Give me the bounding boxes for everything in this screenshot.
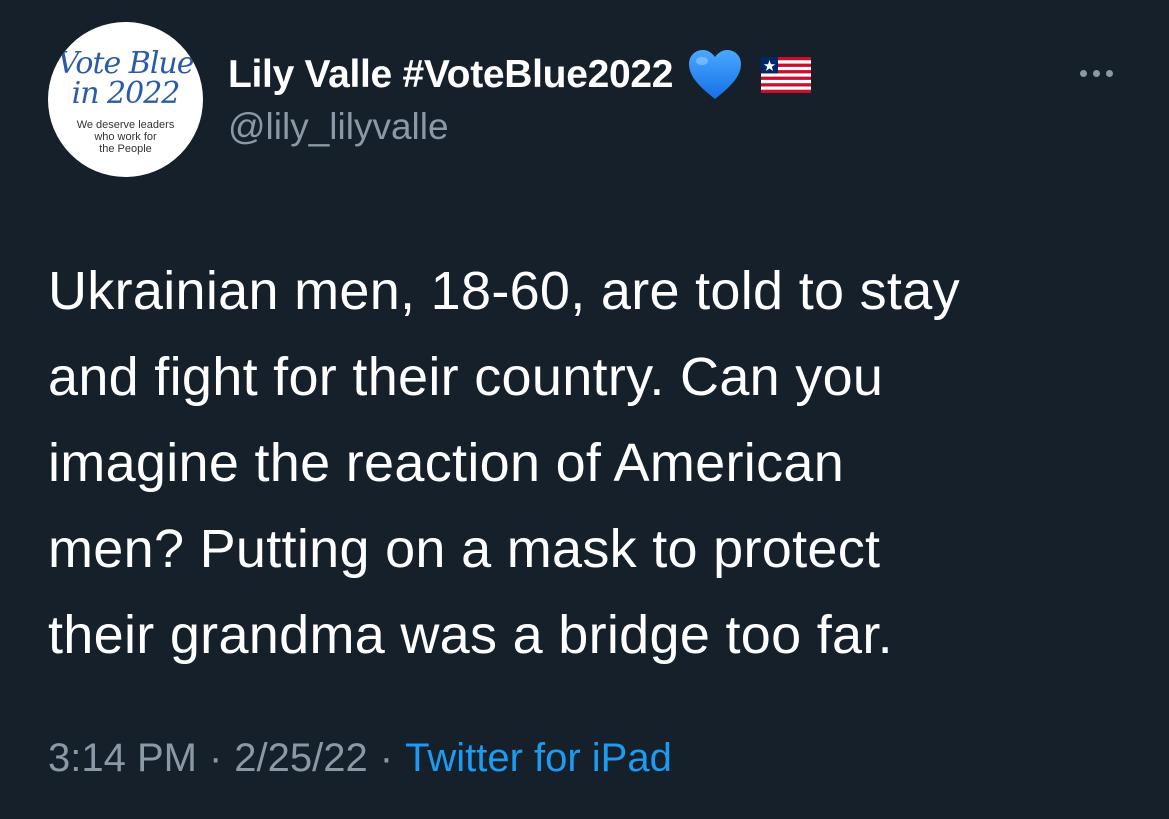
avatar[interactable]: Vote Blue in 2022 We deserve leaders who… (48, 22, 203, 177)
tweet-source-link[interactable]: Twitter for iPad (405, 736, 672, 781)
tweet-text-line: Ukrainian men, 18-60, are told to stay (48, 261, 960, 321)
meta-separator: · (208, 736, 223, 780)
tweet-container: Vote Blue in 2022 We deserve leaders who… (0, 0, 1169, 819)
tweet-text-line: their grandma was a bridge too far. (48, 605, 893, 665)
blue-heart-icon (689, 50, 742, 99)
more-dot-icon (1105, 69, 1113, 77)
meta-separator: · (379, 736, 394, 780)
tweet-text-line: men? Putting on a mask to protect (48, 519, 881, 579)
tweet-text: Ukrainian men, 18-60, are told to stay a… (48, 248, 1138, 678)
tweet-text-line: and fight for their country. Can you (48, 347, 884, 407)
liberia-flag-icon (761, 57, 812, 93)
more-dot-icon (1092, 69, 1100, 77)
tweet-date[interactable]: 2/25/22 (234, 736, 367, 781)
author-name-row: Lily Valle #VoteBlue2022 (228, 48, 812, 102)
avatar-tagline-2: who work for (94, 131, 157, 143)
author-handle[interactable]: @lily_lilyvalle (228, 106, 449, 148)
more-options-button[interactable] (1068, 58, 1124, 88)
avatar-logo-line2: in 2022 (71, 76, 181, 111)
avatar-tagline-1: We deserve leaders (76, 119, 175, 131)
tweet-time[interactable]: 3:14 PM (48, 736, 197, 781)
author-display-name[interactable]: Lily Valle #VoteBlue2022 (228, 53, 673, 97)
tweet-meta: 3:14 PM · 2/25/22 · Twitter for iPad (48, 736, 672, 781)
more-dot-icon (1079, 69, 1087, 77)
avatar-tagline-3: the People (99, 143, 152, 155)
tweet-text-line: imagine the reaction of American (48, 433, 845, 493)
